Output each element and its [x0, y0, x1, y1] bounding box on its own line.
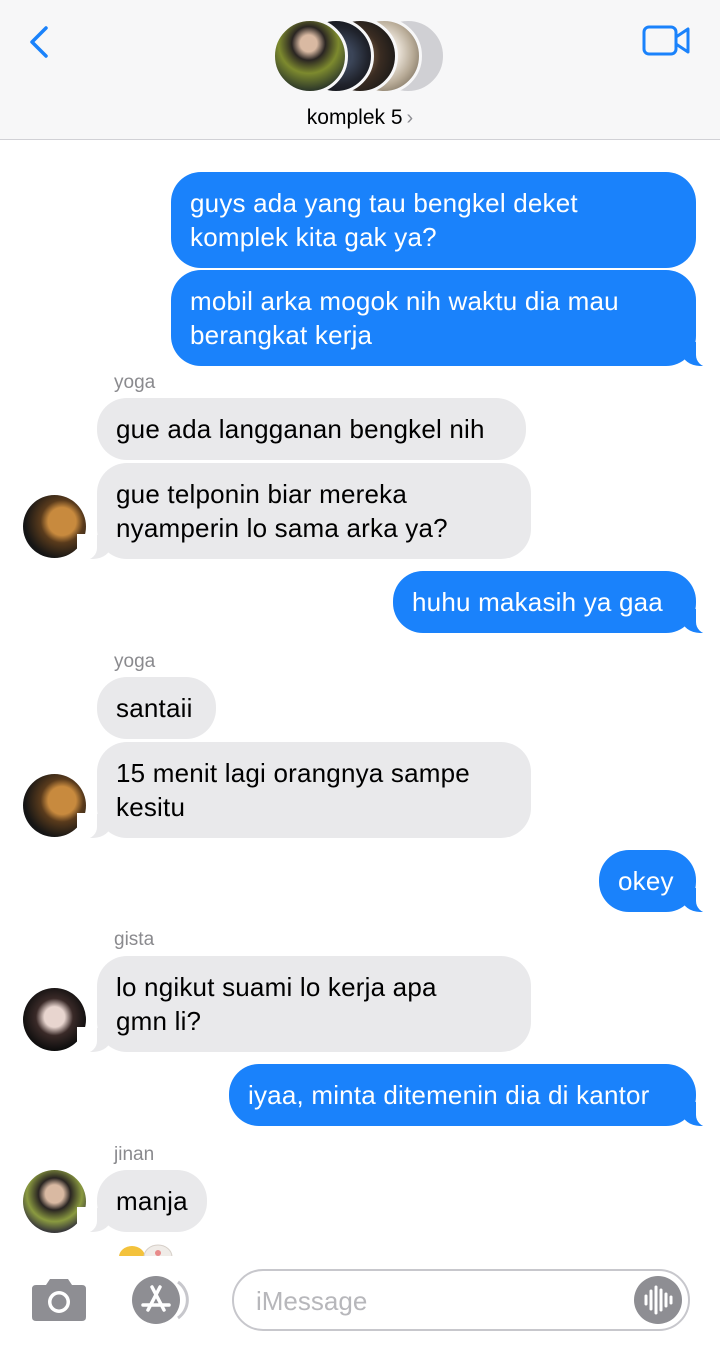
message-bubble-incoming[interactable]: gue ada langganan bengkel nih	[97, 398, 526, 460]
message-bubble-incoming[interactable]: gue telponin biar mereka nyamperin lo sa…	[77, 463, 531, 560]
message-bubble-incoming[interactable]: santaii	[97, 677, 216, 739]
message-bubble-outgoing[interactable]: okey	[599, 850, 716, 913]
member-avatar	[272, 18, 348, 94]
message-text-line: santaii	[116, 693, 193, 723]
camera-button[interactable]	[28, 1277, 90, 1323]
message-bubble-incoming[interactable]: 15 menit lagi orangnya sampe kesitu	[77, 742, 531, 839]
chevron-left-icon	[30, 26, 48, 58]
audio-message-button[interactable]	[634, 1276, 682, 1324]
message-text-line: kesitu	[116, 792, 186, 822]
facetime-button[interactable]	[642, 24, 692, 58]
message-bubble-incoming[interactable]: lo ngikut suami lo kerja apa gmn li?	[77, 956, 531, 1053]
sender-name: jinan	[114, 1144, 155, 1165]
video-camera-icon	[642, 25, 690, 56]
group-avatars[interactable]	[272, 18, 448, 96]
message-text-line: gue ada langganan bengkel nih	[116, 414, 485, 444]
message-bubble-outgoing[interactable]: mobil arka mogok nih waktu dia mau beran…	[171, 270, 716, 367]
message-bubble-outgoing[interactable]: huhu makasih ya gaa	[393, 571, 716, 634]
audio-waveform-icon	[644, 1285, 673, 1315]
reaction-sticker-peek	[118, 1243, 176, 1257]
message-bubble-outgoing[interactable]: iyaa, minta ditemenin dia di kantor	[229, 1064, 716, 1127]
conversation-header: komplek 5 ›	[0, 0, 720, 140]
message-text-line: berangkat kerja	[190, 320, 373, 350]
message-text-line: komplek kita gak ya?	[190, 222, 437, 252]
message-text-line: huhu makasih ya gaa	[412, 587, 663, 617]
message-bubble-outgoing[interactable]: guys ada yang tau bengkel deket komplek …	[171, 172, 696, 268]
message-input-field[interactable]	[232, 1269, 690, 1331]
app-store-button[interactable]	[126, 1274, 196, 1326]
sender-name: yoga	[114, 651, 156, 672]
group-name: komplek 5	[306, 106, 403, 129]
sender-name: gista	[114, 929, 155, 950]
message-text-line: guys ada yang tau bengkel deket	[190, 188, 578, 218]
message-text-line: mobil arka mogok nih waktu dia mau	[190, 286, 619, 316]
message-text-line: okey	[618, 866, 674, 896]
back-button[interactable]	[22, 22, 58, 62]
group-name-button[interactable]: komplek 5 ›	[0, 106, 720, 130]
camera-icon	[32, 1279, 86, 1321]
message-bubble-incoming[interactable]: manja	[77, 1170, 207, 1233]
compose-bar	[0, 1256, 720, 1352]
message-text-line: gmn li?	[116, 1006, 202, 1036]
message-text-line: iyaa, minta ditemenin dia di kantor	[248, 1080, 650, 1110]
sender-name: yoga	[114, 372, 156, 393]
message-text-line: 15 menit lagi orangnya sampe	[116, 758, 470, 788]
chevron-right-icon: ›	[406, 107, 414, 129]
message-text-line: lo ngikut suami lo kerja apa	[116, 972, 437, 1002]
message-text-line: manja	[116, 1186, 188, 1216]
message-text-line: gue telponin biar mereka	[116, 479, 407, 509]
message-text-line: nyamperin lo sama arka ya?	[116, 513, 448, 543]
message-input[interactable]	[256, 1283, 636, 1319]
app-store-icon	[132, 1276, 189, 1324]
